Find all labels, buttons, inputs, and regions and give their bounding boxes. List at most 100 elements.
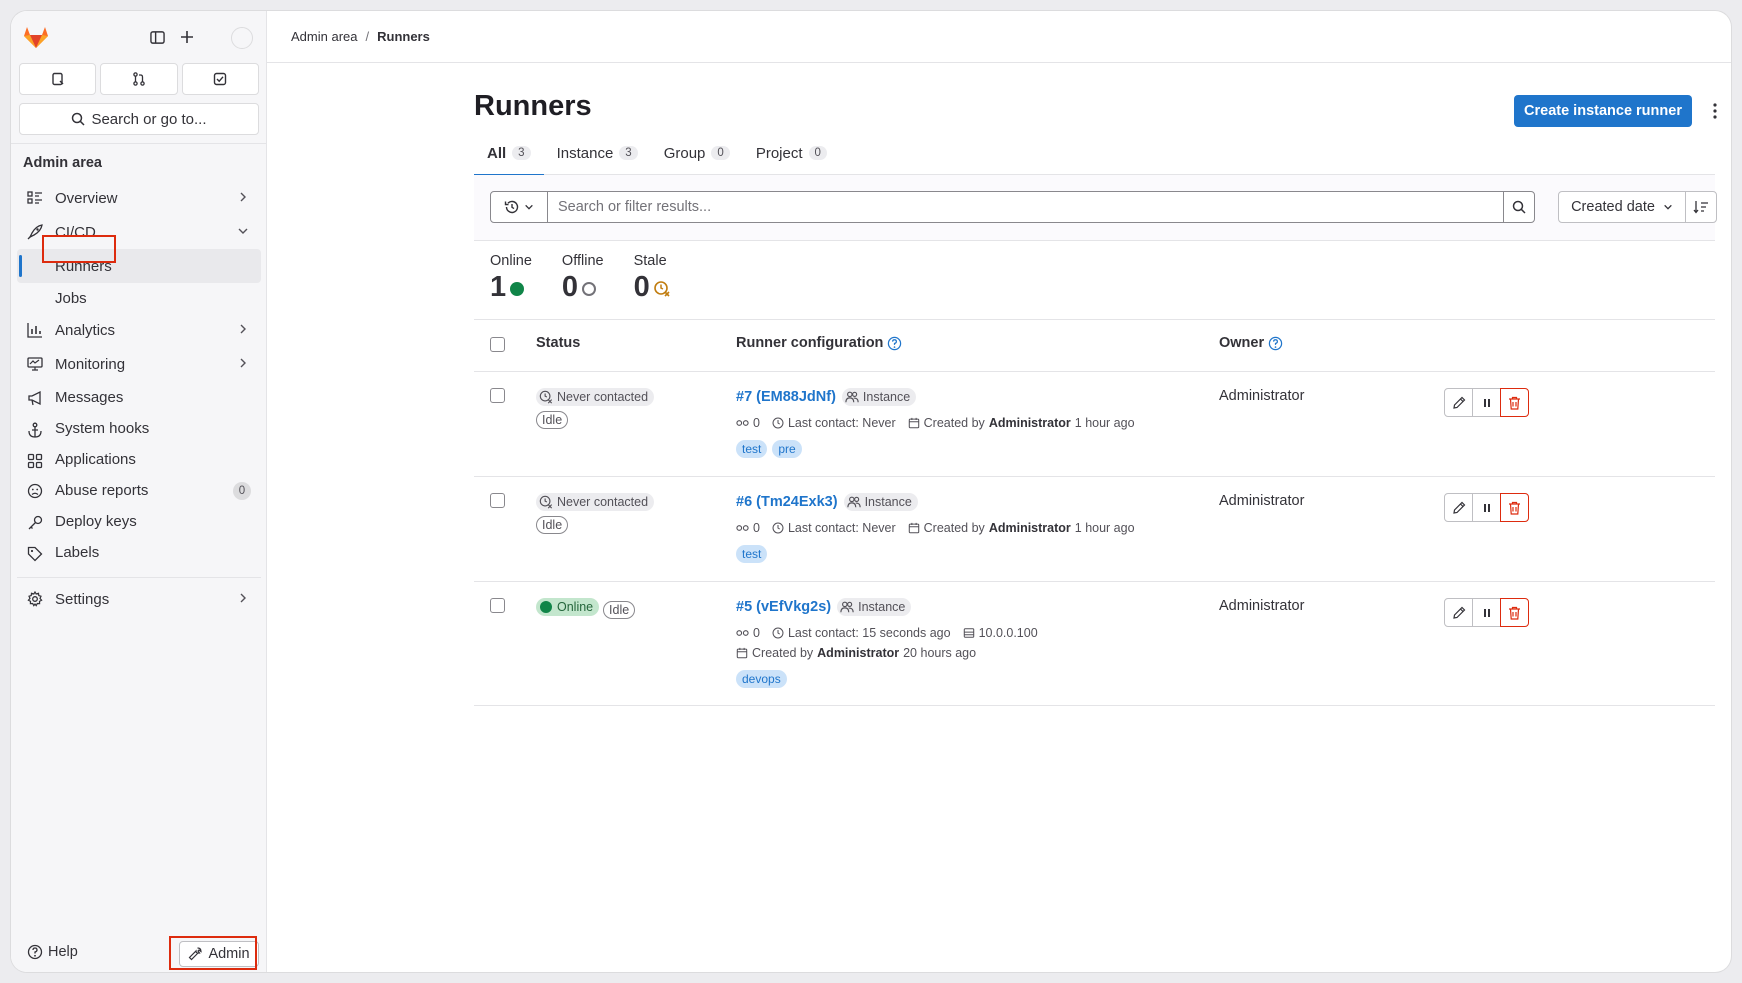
status-label: Never contacted <box>557 390 649 404</box>
chevron-down-icon <box>238 228 248 234</box>
table-row: Never contacted Idle #7 (EM88JdNf) Insta… <box>474 372 1715 477</box>
create-instance-runner-button[interactable]: Create instance runner <box>1514 95 1692 127</box>
pencil-icon <box>1452 501 1465 514</box>
row-checkbox[interactable] <box>490 493 505 508</box>
tab-count-badge: 0 <box>808 146 827 160</box>
merge-requests-button[interactable] <box>100 63 178 95</box>
pause-icon <box>1483 608 1490 617</box>
todos-button[interactable] <box>181 63 259 95</box>
tab-label: Instance <box>556 144 614 162</box>
runner-owner[interactable]: Administrator <box>1219 388 1304 404</box>
tab-instance[interactable]: Instance 3 <box>544 131 651 175</box>
help-button[interactable]: Help <box>27 944 78 960</box>
sidebar-item-abuse-reports[interactable]: Abuse reports 0 <box>17 474 261 506</box>
sidebar-item-label: Messages <box>55 388 124 406</box>
quick-buttons <box>19 63 259 95</box>
sidebar-item-messages[interactable]: Messages <box>17 381 261 413</box>
sidebar-separator <box>17 568 261 578</box>
runner-owner[interactable]: Administrator <box>1219 493 1304 509</box>
status-online-icon <box>540 601 552 613</box>
runner-link[interactable]: #7 (EM88JdNf) <box>736 389 836 405</box>
pause-button[interactable] <box>1472 493 1501 522</box>
more-actions-icon[interactable] <box>1707 101 1723 121</box>
pencil-icon <box>1452 396 1465 409</box>
row-checkbox[interactable] <box>490 388 505 403</box>
avatar[interactable] <box>231 27 253 49</box>
runner-type-tabs: All 3 Instance 3 Group 0 Project 0 <box>474 131 1715 176</box>
edit-button[interactable] <box>1444 598 1473 627</box>
sidebar-item-jobs[interactable]: Jobs <box>17 283 261 313</box>
runner-meta: 0 Last contact: Never Created by Adminis… <box>736 416 1135 430</box>
runner-type-badge: Instance <box>843 493 918 511</box>
sidebar-item-settings[interactable]: Settings <box>17 582 261 616</box>
tab-label: All <box>487 144 507 162</box>
edit-button[interactable] <box>1444 493 1473 522</box>
pipeline-icon <box>736 630 749 636</box>
rocket-icon <box>27 224 43 240</box>
pause-button[interactable] <box>1472 388 1501 417</box>
trash-icon <box>1509 606 1520 620</box>
search-or-go-button[interactable]: Search or go to... <box>19 103 259 135</box>
tab-all[interactable]: All 3 <box>474 131 544 176</box>
sort-direction-button[interactable] <box>1685 191 1717 223</box>
filter-bar: Created date <box>474 175 1717 241</box>
help-circle-icon[interactable] <box>887 336 902 351</box>
status-label: Never contacted <box>557 495 649 509</box>
search-input[interactable] <box>548 191 1504 223</box>
stat-stale: Stale 0 <box>634 253 671 304</box>
created-by[interactable]: Administrator <box>989 521 1071 535</box>
issues-button[interactable] <box>19 63 97 95</box>
pause-button[interactable] <box>1472 598 1501 627</box>
tag-badge: test <box>736 545 768 563</box>
help-circle-icon[interactable] <box>1268 336 1283 351</box>
select-all-checkbox[interactable] <box>490 337 505 352</box>
sidebar-item-label: Abuse reports <box>55 481 149 499</box>
tab-count-badge: 3 <box>619 146 638 160</box>
chevron-right-icon <box>240 324 246 334</box>
runner-link[interactable]: #5 (vEfVkg2s) <box>736 599 831 615</box>
search-button[interactable] <box>1503 191 1535 223</box>
sidebar-item-deploy-keys[interactable]: Deploy keys <box>17 506 261 537</box>
delete-button[interactable] <box>1500 493 1529 522</box>
history-icon <box>504 200 519 214</box>
runner-link[interactable]: #6 (Tm24Exk3) <box>736 494 838 510</box>
gitlab-logo-icon[interactable] <box>23 25 49 49</box>
runner-type-label: Instance <box>864 495 912 509</box>
tab-label: Group <box>663 144 706 162</box>
sidebar-item-labels[interactable]: Labels <box>17 537 261 568</box>
tab-project[interactable]: Project 0 <box>743 131 840 175</box>
delete-button[interactable] <box>1500 598 1529 627</box>
stat-value: 1 <box>490 271 507 303</box>
row-checkbox[interactable] <box>490 598 505 613</box>
breadcrumb-runners[interactable]: Runners <box>377 29 430 44</box>
sidebar-item-label: Analytics <box>55 321 116 339</box>
chevron-right-icon <box>240 358 246 368</box>
sidebar-item-monitoring[interactable]: Monitoring <box>17 347 261 381</box>
row-actions <box>1444 493 1529 522</box>
created-prefix: Created by <box>923 416 985 430</box>
created-by[interactable]: Administrator <box>817 646 899 660</box>
delete-button[interactable] <box>1500 388 1529 417</box>
breadcrumb-admin-area[interactable]: Admin area <box>291 29 357 44</box>
trash-icon <box>1509 501 1520 515</box>
idle-badge: Idle <box>536 516 569 534</box>
status-badge: Never contacted <box>536 493 655 511</box>
users-icon <box>840 601 854 613</box>
sort-dropdown[interactable]: Created date <box>1558 191 1686 223</box>
created-by[interactable]: Administrator <box>989 416 1071 430</box>
idle-badge: Idle <box>603 601 636 619</box>
runner-owner[interactable]: Administrator <box>1219 598 1304 614</box>
calendar-icon <box>908 522 919 534</box>
admin-highlight-box <box>169 936 257 970</box>
sidebar-item-overview[interactable]: Overview <box>17 181 261 215</box>
row-actions <box>1444 598 1529 627</box>
sidebar-item-analytics[interactable]: Analytics <box>17 313 261 347</box>
sidebar-toggle-icon[interactable] <box>147 27 167 47</box>
abuse-reports-count-badge: 0 <box>233 482 251 500</box>
search-history-button[interactable] <box>490 191 548 223</box>
plus-icon[interactable] <box>177 27 197 47</box>
sidebar-item-applications[interactable]: Applications <box>17 444 261 474</box>
tab-group[interactable]: Group 0 <box>651 131 743 175</box>
edit-button[interactable] <box>1444 388 1473 417</box>
sidebar-item-system-hooks[interactable]: System hooks <box>17 413 261 444</box>
